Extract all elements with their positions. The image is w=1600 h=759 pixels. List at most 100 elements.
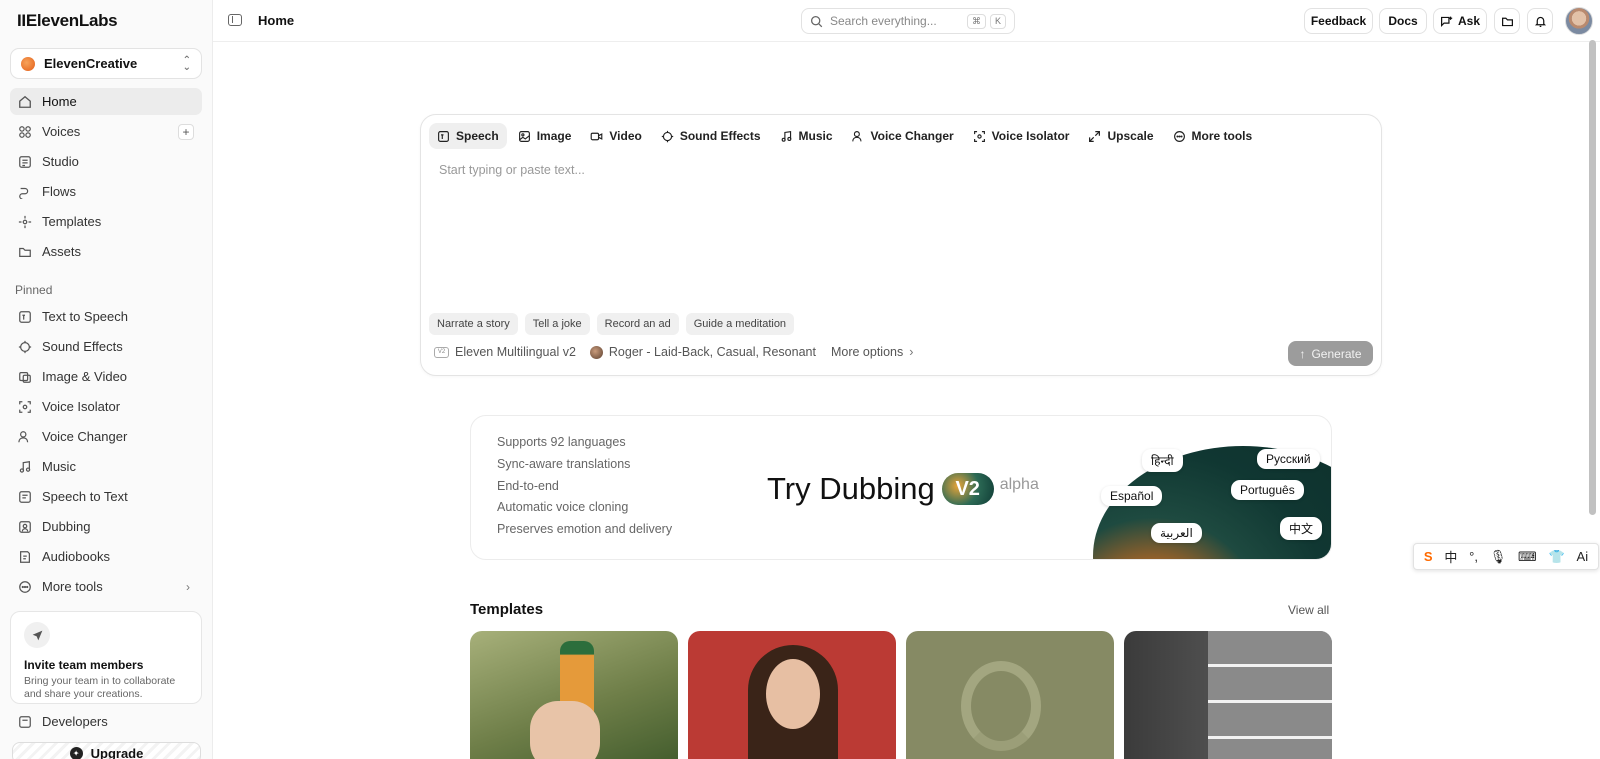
template-card-portraits-strip[interactable] xyxy=(1124,631,1332,759)
add-voice-button[interactable]: + xyxy=(178,123,194,140)
tab-music[interactable]: Music xyxy=(772,123,841,149)
sidebar-item-assets[interactable]: Assets xyxy=(10,238,202,265)
tab-sound-effects[interactable]: Sound Effects xyxy=(653,123,769,149)
sidebar-item-developers[interactable]: Developers xyxy=(10,708,202,735)
microphone-icon[interactable]: 🎙 xyxy=(1490,549,1507,565)
search-input[interactable]: Search everything... ⌘ K xyxy=(801,8,1015,34)
tab-image[interactable]: Image xyxy=(510,123,580,149)
model-badge: V2 xyxy=(434,346,449,358)
sidebar-item-voice-changer[interactable]: Voice Changer xyxy=(10,423,202,450)
keyboard-icon[interactable]: ⌨ xyxy=(1518,549,1537,565)
workspace-avatar xyxy=(21,56,35,71)
sidebar-item-more-tools[interactable]: More tools › xyxy=(10,573,202,600)
model-selector[interactable]: Eleven Multilingual v2 xyxy=(455,345,576,359)
logo[interactable]: IIElevenLabs xyxy=(17,11,118,31)
sidebar-item-label: Templates xyxy=(42,214,102,229)
docs-button[interactable]: Docs xyxy=(1379,8,1427,34)
sidebar-item-label: Music xyxy=(42,459,76,474)
ime-logo-icon: S xyxy=(1423,549,1433,564)
sidebar-item-voices[interactable]: Voices + xyxy=(10,118,202,145)
sound-effects-icon xyxy=(18,340,32,354)
composer-card: Speech Image Video Sound Effects Music V… xyxy=(420,114,1382,376)
template-card-portrait[interactable] xyxy=(688,631,896,759)
sidebar-item-flows[interactable]: Flows xyxy=(10,178,202,205)
sidebar-item-image-video[interactable]: Image & Video xyxy=(10,363,202,390)
tab-label: Voice Isolator xyxy=(991,129,1070,143)
files-button[interactable] xyxy=(1494,8,1520,34)
sidebar-item-home[interactable]: Home xyxy=(10,88,202,115)
ime-language[interactable]: 中 xyxy=(1444,547,1457,566)
tab-voice-changer[interactable]: Voice Changer xyxy=(844,123,962,149)
tab-label: Speech xyxy=(456,129,499,143)
sidebar-item-label: Image & Video xyxy=(42,369,128,384)
feature-item: Sync-aware translations xyxy=(497,456,631,471)
sidebar-toggle-icon[interactable] xyxy=(228,14,242,26)
page-scrollbar[interactable] xyxy=(1589,40,1596,515)
user-avatar[interactable] xyxy=(1565,7,1593,35)
sidebar-item-label: Audiobooks xyxy=(42,549,110,564)
tab-upscale[interactable]: Upscale xyxy=(1080,123,1161,149)
voice-avatar xyxy=(589,345,603,359)
lang-portuguese: Português xyxy=(1231,480,1304,500)
sidebar-item-dubbing[interactable]: Dubbing xyxy=(10,513,202,540)
folder-icon xyxy=(1501,17,1513,26)
text-editor[interactable]: Start typing or paste text... xyxy=(439,163,585,177)
generate-label: Generate xyxy=(1311,346,1362,361)
skin-icon[interactable]: 👕 xyxy=(1549,549,1565,565)
chip-record-ad[interactable]: Record an ad xyxy=(596,313,679,335)
sidebar-item-speech-to-text[interactable]: Speech to Text xyxy=(10,483,202,510)
upgrade-icon: ✦ xyxy=(69,746,83,759)
ask-button[interactable]: Ask xyxy=(1433,8,1487,34)
sidebar-item-sound-effects[interactable]: Sound Effects xyxy=(10,333,202,360)
text-to-speech-icon xyxy=(18,310,32,324)
bell-icon xyxy=(1534,16,1546,27)
lang-hindi: हिन्दी xyxy=(1142,449,1183,472)
sidebar-item-templates[interactable]: Templates xyxy=(10,208,202,235)
dubbing-title-text: Try Dubbing xyxy=(767,471,935,506)
dubbing-banner[interactable]: Supports 92 languages Sync-aware transla… xyxy=(470,415,1332,560)
template-card-juice[interactable] xyxy=(470,631,678,759)
image-video-icon xyxy=(18,370,32,384)
top-bar: Home Search everything... ⌘ K Feedback D… xyxy=(213,0,1600,42)
sidebar-item-studio[interactable]: Studio xyxy=(10,148,202,175)
sidebar-item-label: Developers xyxy=(42,714,108,729)
chip-tell-joke[interactable]: Tell a joke xyxy=(524,313,590,335)
tab-label: Music xyxy=(798,129,833,143)
invite-card[interactable]: Invite team members Bring your team in t… xyxy=(10,611,202,704)
upgrade-button[interactable]: ✦ Upgrade xyxy=(12,742,201,759)
ai-icon[interactable]: Ai xyxy=(1577,549,1589,564)
voice-selector[interactable]: Roger - Laid-Back, Casual, Resonant xyxy=(609,345,816,359)
sidebar-item-audiobooks[interactable]: Audiobooks xyxy=(10,543,202,570)
sidebar-item-text-to-speech[interactable]: Text to Speech xyxy=(10,303,202,330)
tab-more-tools[interactable]: More tools xyxy=(1165,123,1261,149)
view-all-link[interactable]: View all xyxy=(1288,603,1329,617)
k-key: K xyxy=(989,13,1006,29)
sidebar-item-voice-isolator[interactable]: Voice Isolator xyxy=(10,393,202,420)
invite-title: Invite team members xyxy=(24,658,144,672)
voice-changer-icon xyxy=(851,130,865,143)
ime-toolbar[interactable]: S 中 °, 🎙 ⌨ 👕 Ai xyxy=(1413,543,1599,570)
generation-options: V2 Eleven Multilingual v2 Roger - Laid-B… xyxy=(434,345,913,359)
tab-video[interactable]: Video xyxy=(582,123,649,149)
sidebar-item-label: Sound Effects xyxy=(42,339,123,354)
more-options-button[interactable]: More options xyxy=(831,345,903,359)
ask-label: Ask xyxy=(1457,14,1480,28)
tab-speech[interactable]: Speech xyxy=(429,123,507,149)
send-icon xyxy=(24,622,50,648)
app-root: IIElevenLabs ElevenCreative ⌃ ⌄ Home Voic… xyxy=(0,0,1600,759)
ime-punctuation-icon[interactable]: °, xyxy=(1469,549,1478,564)
notifications-button[interactable] xyxy=(1527,8,1553,34)
feedback-button[interactable]: Feedback xyxy=(1304,8,1373,34)
tab-label: Upscale xyxy=(1107,129,1154,143)
music-icon xyxy=(780,130,793,143)
workspace-switcher[interactable]: ElevenCreative ⌃ ⌄ xyxy=(10,48,202,79)
sidebar-item-label: Home xyxy=(42,94,77,109)
generate-button[interactable]: ↑ Generate xyxy=(1288,341,1373,366)
feature-item: Supports 92 languages xyxy=(497,435,626,449)
template-card-bag[interactable] xyxy=(906,631,1114,759)
chip-narrate-story[interactable]: Narrate a story xyxy=(429,313,518,335)
chip-guide-meditation[interactable]: Guide a meditation xyxy=(685,313,795,335)
tab-voice-isolator[interactable]: Voice Isolator xyxy=(965,123,1078,149)
tab-label: Voice Changer xyxy=(870,129,954,143)
sidebar-item-music[interactable]: Music xyxy=(10,453,202,480)
